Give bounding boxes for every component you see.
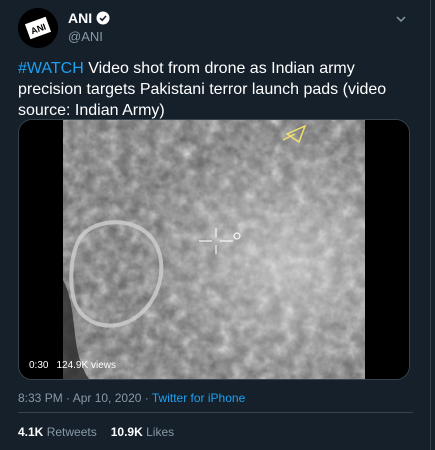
author-name-row[interactable]: ANI — [68, 10, 110, 26]
video-views: 124.9K views — [56, 360, 116, 371]
retweets-label: Retweets — [46, 425, 97, 439]
retweets-stat[interactable]: 4.1K Retweets — [18, 425, 97, 439]
author-handle[interactable]: @ANI — [68, 29, 103, 44]
likes-count: 10.9K — [110, 425, 143, 439]
author-name[interactable]: ANI — [68, 10, 92, 26]
divider — [18, 412, 413, 413]
video-frame — [19, 120, 409, 379]
tweet-source-link[interactable]: Twitter for iPhone — [152, 391, 245, 405]
meta-separator: · — [141, 391, 152, 405]
retweets-count: 4.1K — [18, 425, 44, 439]
tweet-meta: 8:33 PM · Apr 10, 2020 · Twitter for iPh… — [18, 391, 245, 405]
tweet-timestamp[interactable]: 8:33 PM · Apr 10, 2020 — [18, 391, 141, 405]
video-info-overlay: 0:30 124.9K views — [29, 360, 116, 371]
author-avatar[interactable]: ANI — [18, 8, 58, 48]
verified-badge-icon — [96, 11, 110, 25]
tweet-text: #WATCH Video shot from drone as Indian a… — [18, 58, 413, 121]
tweet-card: ANI ANI @ANI #WATCH Video shot from dron… — [0, 0, 431, 450]
tweet-stats: 4.1K Retweets 10.9K Likes — [18, 425, 174, 439]
video-duration: 0:30 — [29, 360, 49, 371]
chevron-down-icon[interactable] — [394, 12, 408, 26]
video-player[interactable]: 0:30 124.9K views — [18, 119, 410, 380]
hashtag-link[interactable]: #WATCH — [18, 60, 84, 77]
likes-stat[interactable]: 10.9K Likes — [111, 425, 174, 439]
likes-label: Likes — [146, 425, 175, 439]
